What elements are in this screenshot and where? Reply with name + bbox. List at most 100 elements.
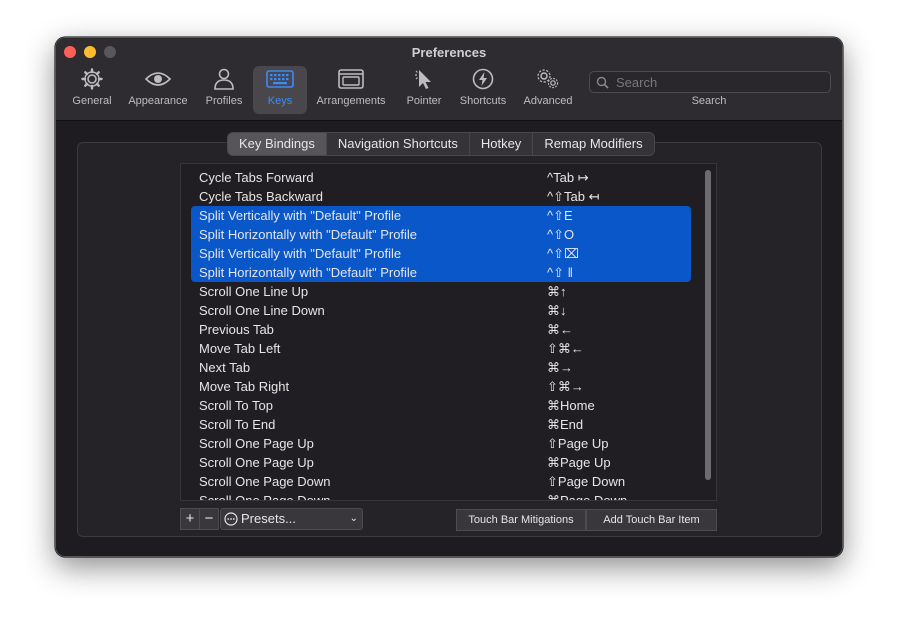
binding-action: Split Vertically with "Default" Profile [199, 208, 402, 223]
gears-icon [537, 69, 559, 89]
binding-row[interactable]: Scroll One Page Down ⌘Page Down [191, 491, 691, 501]
binding-combo: ^⇧ ‖ [547, 265, 573, 280]
key-bindings-list[interactable]: Cycle Tabs Forward ^Tab ↦ Cycle Tabs Backw… [180, 163, 717, 501]
ellipsis-circle-icon [224, 512, 238, 526]
binding-action: Split Horizontally with "Default" Profil… [199, 265, 418, 280]
add-binding-button[interactable]: + [180, 508, 200, 530]
toolbar-label: Keys [267, 95, 293, 107]
chevron-down-icon: ⌄ [349, 513, 358, 524]
toolbar-appearance[interactable]: Appearance [124, 66, 192, 114]
binding-combo: ^⇧E [547, 208, 573, 223]
toolbar-profiles[interactable]: Profiles [199, 66, 249, 114]
tab-bar: Key Bindings Navigation Shortcuts Hotkey… [227, 132, 655, 156]
lightning-icon [472, 68, 494, 90]
scrollbar-thumb[interactable] [705, 170, 711, 480]
binding-row[interactable]: Previous Tab ⌘← [191, 320, 691, 339]
binding-action: Scroll One Page Down [199, 474, 331, 489]
binding-action: Move Tab Left [199, 341, 281, 356]
binding-combo: ^⇧⌧ [547, 246, 579, 261]
binding-row[interactable]: Next Tab ⌘→ [191, 358, 691, 377]
binding-row[interactable]: Move Tab Left ⇧⌘← [191, 339, 691, 358]
search-input[interactable] [614, 73, 818, 91]
windows-icon [338, 69, 364, 89]
binding-action: Previous Tab [199, 322, 274, 337]
binding-row[interactable]: Scroll One Page Down ⇧Page Down [191, 472, 691, 491]
pointer-icon [415, 70, 431, 89]
binding-row[interactable]: Split Horizontally with "Default" Profil… [191, 225, 691, 244]
binding-combo: ⌘→ [547, 360, 573, 375]
toolbar-pointer[interactable]: Pointer [399, 66, 449, 114]
search-field[interactable] [589, 71, 831, 93]
binding-action: Move Tab Right [199, 379, 290, 394]
binding-row[interactable]: Scroll One Page Up ⇧Page Up [191, 434, 691, 453]
binding-action: Scroll To Top [199, 398, 273, 413]
toolbar-label: Pointer [406, 95, 442, 107]
tab-key-bindings[interactable]: Key Bindings [228, 133, 327, 155]
toolbar-advanced[interactable]: Advanced [518, 66, 578, 114]
binding-combo: ⌘↓ [547, 303, 567, 318]
person-icon [214, 68, 234, 90]
binding-action: Cycle Tabs Backward [199, 189, 324, 204]
titlebar: Preferences General Appearance Profiles … [56, 38, 842, 121]
remove-binding-button[interactable]: − [199, 508, 219, 530]
binding-row[interactable]: Split Vertically with "Default" Profile ^… [191, 244, 691, 263]
toolbar-arrangements[interactable]: Arrangements [312, 66, 390, 114]
search-icon [596, 76, 609, 89]
binding-row[interactable]: Scroll To Top ⌘Home [191, 396, 691, 415]
binding-action: Scroll One Page Down [199, 493, 331, 501]
binding-action: Split Horizontally with "Default" Profil… [199, 227, 418, 242]
gear-icon [81, 68, 103, 90]
binding-combo: ⇧⌘← [547, 341, 584, 356]
binding-combo: ⌘↑ [547, 284, 567, 299]
binding-combo: ^Tab ↦ [547, 170, 589, 185]
touch-bar-mitigations-button[interactable]: Touch Bar Mitigations [456, 509, 586, 531]
binding-combo: ⌘← [547, 322, 573, 337]
toolbar-label: Arrangements [316, 95, 386, 107]
binding-combo: ⇧Page Down [547, 474, 626, 489]
toolbar-shortcuts[interactable]: Shortcuts [455, 66, 511, 114]
binding-row[interactable]: Move Tab Right ⇧⌘→ [191, 377, 691, 396]
keyboard-icon [266, 70, 294, 88]
presets-label: Presets... [241, 511, 296, 526]
tab-remap-modifiers[interactable]: Remap Modifiers [533, 133, 653, 155]
binding-combo: ⌘End [547, 417, 584, 432]
binding-action: Scroll To End [199, 417, 276, 432]
binding-combo: ⇧⌘→ [547, 379, 584, 394]
binding-row[interactable]: Scroll One Line Down ⌘↓ [191, 301, 691, 320]
tab-navigation-shortcuts[interactable]: Navigation Shortcuts [327, 133, 470, 155]
binding-combo: ⌘Home [547, 398, 595, 413]
toolbar-keys[interactable]: Keys [253, 66, 307, 114]
binding-action: Scroll One Page Up [199, 455, 314, 470]
binding-combo: ⌘Page Down [547, 493, 628, 501]
binding-combo: ⌘Page Up [547, 455, 611, 470]
binding-combo: ^⇧O [547, 227, 575, 242]
binding-action: Cycle Tabs Forward [199, 170, 314, 185]
toolbar-label: Appearance [128, 95, 188, 107]
binding-action: Next Tab [199, 360, 251, 375]
binding-action: Scroll One Line Down [199, 303, 325, 318]
eye-icon [144, 72, 172, 86]
binding-combo: ⇧Page Up [547, 436, 609, 451]
binding-row[interactable]: Cycle Tabs Backward ^⇧Tab ↤ [191, 187, 691, 206]
window-title: Preferences [411, 45, 487, 60]
toolbar-label: Profiles [205, 95, 243, 107]
binding-row[interactable]: Scroll To End ⌘End [191, 415, 691, 434]
binding-row[interactable]: Split Horizontally with "Default" Profil… [191, 263, 691, 282]
binding-row[interactable]: Scroll One Line Up ⌘↑ [191, 282, 691, 301]
preferences-window: Preferences General Appearance Profiles … [55, 37, 843, 557]
binding-row[interactable]: Cycle Tabs Forward ^Tab ↦ [191, 168, 691, 187]
presets-dropdown[interactable]: Presets... ⌄ [220, 508, 363, 530]
binding-action: Split Vertically with "Default" Profile [199, 246, 402, 261]
search-label: Search [691, 95, 727, 107]
tab-hotkey[interactable]: Hotkey [470, 133, 534, 155]
binding-action: Scroll One Page Up [199, 436, 314, 451]
add-touch-bar-item-button[interactable]: Add Touch Bar Item [586, 509, 717, 531]
toolbar-label: Advanced [523, 95, 573, 107]
binding-combo: ^⇧Tab ↤ [547, 189, 600, 204]
toolbar-label: General [72, 95, 112, 107]
binding-row[interactable]: Scroll One Page Up ⌘Page Up [191, 453, 691, 472]
toolbar-label: Shortcuts [459, 95, 507, 107]
binding-row[interactable]: Split Vertically with "Default" Profile ^… [191, 206, 691, 225]
binding-action: Scroll One Line Up [199, 284, 309, 299]
toolbar-general[interactable]: General [66, 66, 118, 114]
